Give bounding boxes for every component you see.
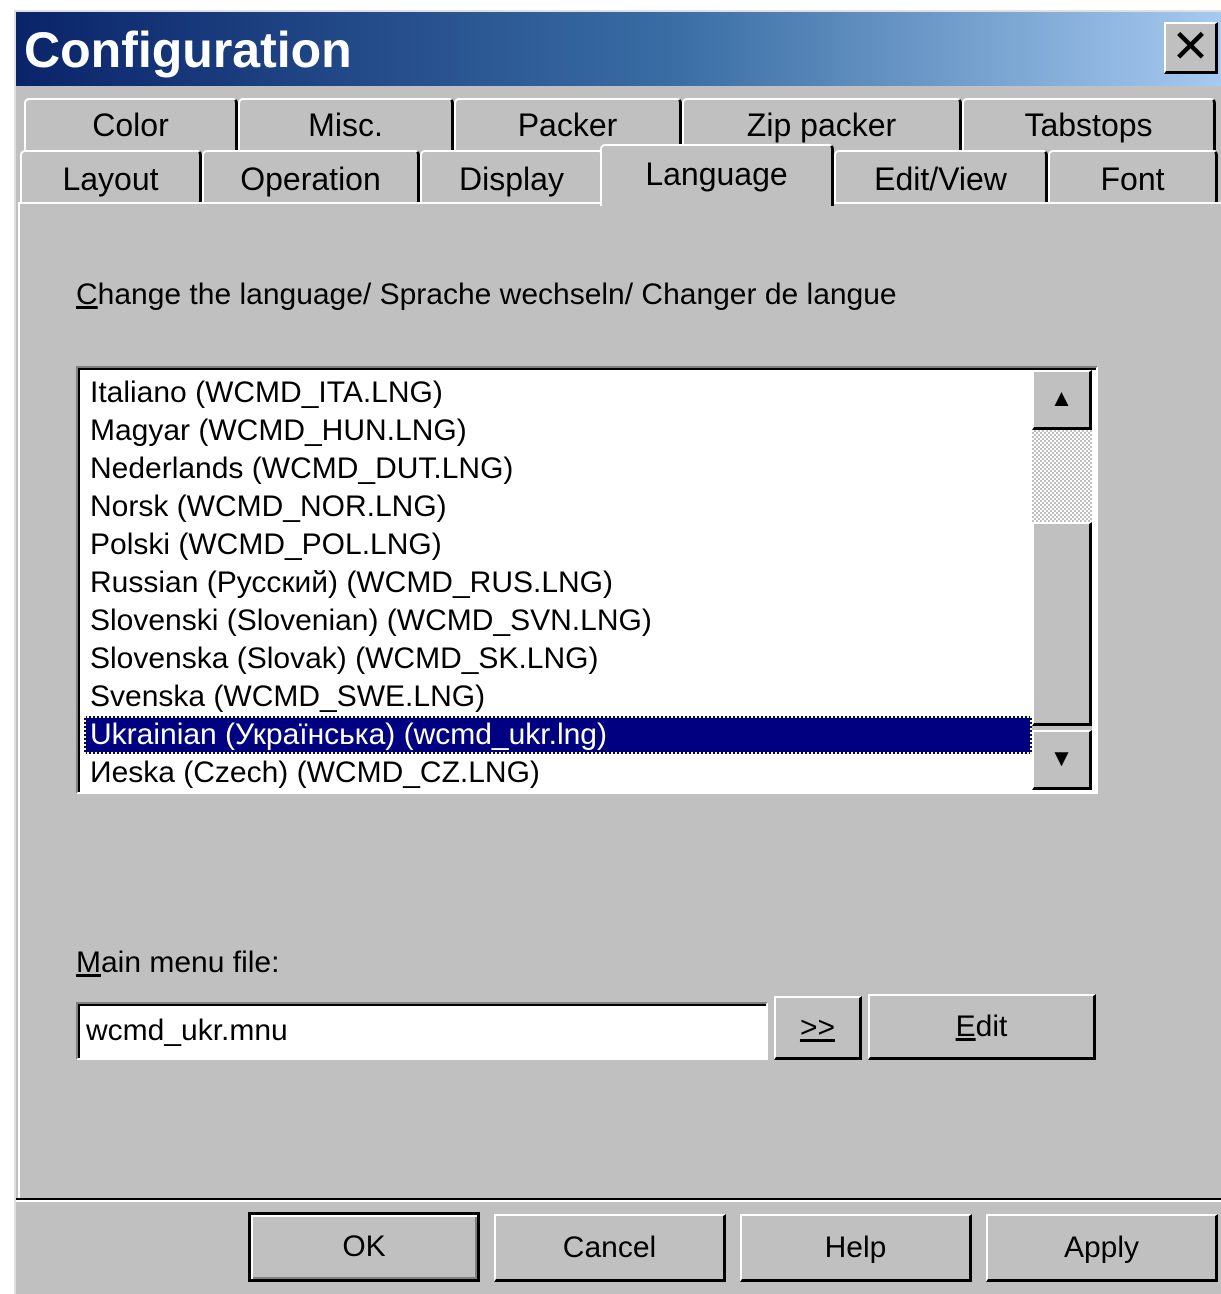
main-menu-label-accel: M (76, 946, 101, 979)
language-listbox[interactable]: Italiano (WCMD_ITA.LNG) Magyar (WCMD_HUN… (76, 366, 1098, 794)
list-item[interactable]: Иeska (Czech) (WCMD_CZ.LNG) (84, 754, 1032, 792)
close-icon: ✕ (1171, 19, 1210, 73)
scroll-track[interactable] (1032, 430, 1092, 522)
ok-button[interactable]: OK (248, 1212, 480, 1282)
footer-separator (16, 1198, 1221, 1202)
language-label-accel: C (76, 278, 98, 311)
tab-color[interactable]: Color (24, 98, 238, 150)
main-menu-label-text: ain menu file: (101, 946, 280, 979)
list-item-selected[interactable]: Ukrainian (Українська) (wcmd_ukr.lng) (84, 716, 1032, 754)
list-item[interactable]: Slovenska (Slovak) (WCMD_SK.LNG) (84, 640, 1032, 678)
apply-button[interactable]: Apply (986, 1214, 1218, 1282)
language-label-text: hange the language/ Sprache wechseln/ Ch… (97, 278, 897, 311)
tab-tabstops[interactable]: Tabstops (962, 98, 1216, 150)
title-bar: Configuration ✕ (16, 12, 1221, 86)
list-item[interactable]: Slovenski (Slovenian) (WCMD_SVN.LNG) (84, 602, 1032, 640)
language-list-items: Italiano (WCMD_ITA.LNG) Magyar (WCMD_HUN… (84, 374, 1032, 792)
edit-label-text: dit (975, 1009, 1008, 1043)
tab-label: Layout (62, 161, 159, 197)
scroll-down-button[interactable]: ▼ (1032, 730, 1092, 790)
help-button[interactable]: Help (740, 1214, 972, 1282)
tab-label: Edit/View (874, 161, 1007, 197)
edit-button[interactable]: Edit (868, 994, 1096, 1060)
tab-label: Misc. (308, 107, 383, 143)
arrow-up-icon: ▲ (1049, 385, 1074, 412)
browse-label: >> (799, 1010, 836, 1044)
tab-label: Operation (240, 161, 381, 197)
list-item[interactable]: Polski (WCMD_POL.LNG) (84, 526, 1032, 564)
close-button[interactable]: ✕ (1164, 22, 1218, 74)
tab-label: Color (92, 107, 169, 143)
tab-edit-view[interactable]: Edit/View (834, 150, 1048, 204)
browse-button[interactable]: >> (774, 996, 862, 1060)
tab-label: Zip packer (746, 107, 897, 143)
tab-packer[interactable]: Packer (454, 98, 682, 150)
tab-language[interactable]: Language (600, 144, 834, 206)
list-item[interactable]: Russian (Русский) (WCMD_RUS.LNG) (84, 564, 1032, 602)
tab-font[interactable]: Font (1048, 150, 1218, 204)
language-label: Change the language/ Sprache wechseln/ C… (76, 278, 897, 312)
list-scrollbar[interactable]: ▲ ▼ (1032, 370, 1092, 790)
tab-label: Tabstops (1024, 107, 1153, 143)
list-item[interactable]: Nederlands (WCMD_DUT.LNG) (84, 450, 1032, 488)
tab-label: Packer (517, 107, 618, 143)
list-item[interactable]: Magyar (WCMD_HUN.LNG) (84, 412, 1032, 450)
tab-display[interactable]: Display (420, 150, 604, 204)
list-item[interactable]: Norsk (WCMD_NOR.LNG) (84, 488, 1032, 526)
main-menu-file-input[interactable] (76, 1002, 768, 1060)
main-menu-label: Main menu file: (76, 946, 279, 980)
list-item[interactable]: Svenska (WCMD_SWE.LNG) (84, 678, 1032, 716)
tab-zip-packer[interactable]: Zip packer (682, 98, 962, 150)
edit-label-accel: E (955, 1009, 976, 1043)
list-item[interactable]: Italiano (WCMD_ITA.LNG) (84, 374, 1032, 412)
tab-misc[interactable]: Misc. (238, 98, 454, 150)
window-title: Configuration (24, 22, 352, 78)
cancel-button[interactable]: Cancel (494, 1214, 726, 1282)
tab-operation[interactable]: Operation (202, 150, 420, 204)
tab-layout[interactable]: Layout (20, 150, 202, 204)
scroll-thumb[interactable] (1032, 522, 1092, 726)
tab-label: Font (1100, 161, 1165, 197)
tab-label: Language (645, 156, 788, 192)
arrow-down-icon: ▼ (1049, 745, 1074, 772)
tab-label: Display (459, 161, 564, 197)
scroll-up-button[interactable]: ▲ (1032, 370, 1092, 430)
